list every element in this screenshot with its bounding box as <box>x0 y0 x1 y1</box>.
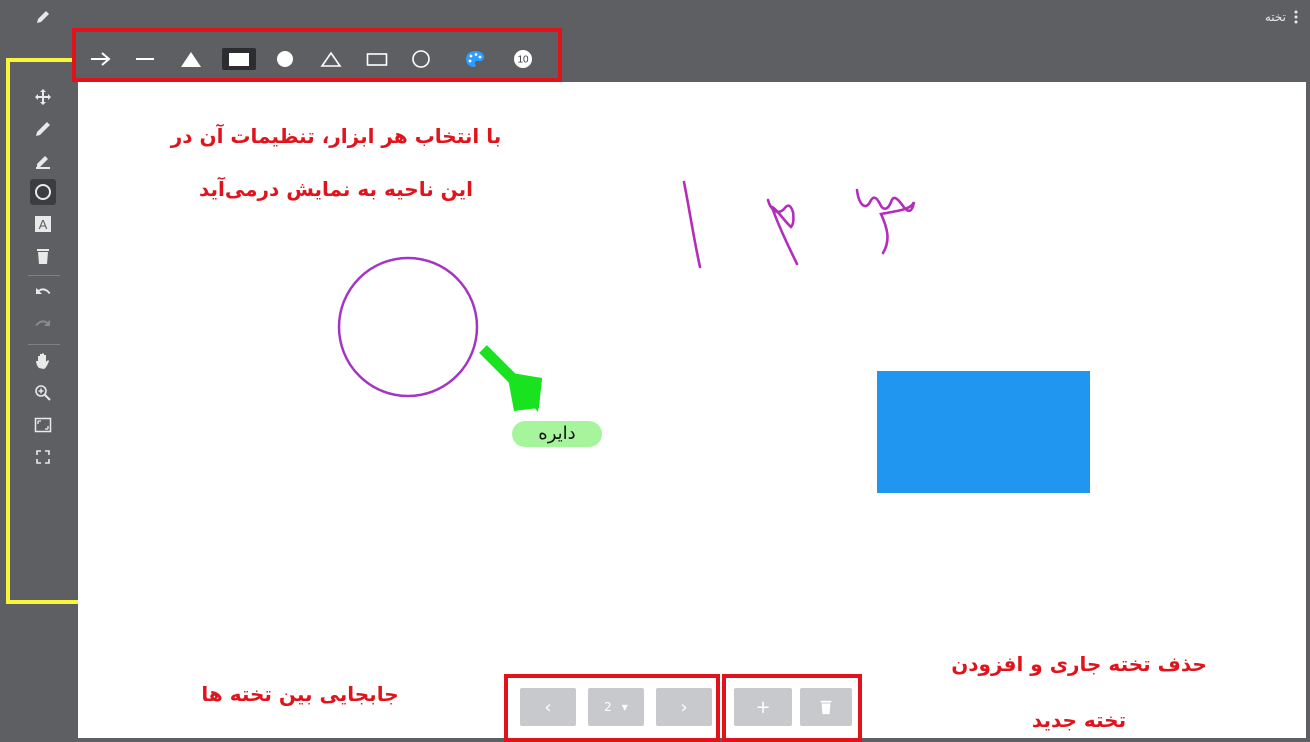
blue-rectangle-shape <box>877 371 1090 493</box>
whiteboard-app: تخته A با انتخاب هر ابزار، تنظیمات آن در… <box>0 0 1310 742</box>
stroke-size-badge[interactable]: 10 <box>510 48 536 70</box>
board-manage-annotation-line1: حذف تخته جاری و افزودن <box>951 652 1207 676</box>
arrow-right-icon[interactable] <box>88 48 114 70</box>
toolbar-divider <box>28 344 60 345</box>
page-select[interactable]: 2 ▾ <box>588 688 644 726</box>
shape-settings-bar: 10 <box>72 28 562 82</box>
circle-text-label: دایره <box>512 421 602 447</box>
trash-icon[interactable] <box>30 243 56 269</box>
fit-screen-icon[interactable] <box>30 412 56 438</box>
add-board-button[interactable]: + <box>734 688 792 726</box>
marker-icon[interactable] <box>30 148 56 174</box>
handwritten-numbers <box>682 180 916 269</box>
green-arrow-shape <box>479 345 542 412</box>
board-title: تخته <box>1264 10 1286 24</box>
circle-shape <box>337 256 479 398</box>
text-box-icon[interactable]: A <box>30 211 56 237</box>
previous-board-button[interactable]: ‹ <box>520 688 576 726</box>
board-manage-group: + <box>722 674 862 742</box>
line-icon[interactable] <box>132 48 158 70</box>
outline-circle-icon[interactable] <box>408 48 434 70</box>
board-navigation-group: ‹ 2 ▾ › <box>504 674 720 742</box>
outline-triangle-icon[interactable] <box>318 48 344 70</box>
vertical-dots-icon[interactable] <box>1290 8 1302 26</box>
next-board-button[interactable]: › <box>656 688 712 726</box>
tool-sidebar: A <box>0 34 76 742</box>
redo-icon[interactable] <box>30 312 56 338</box>
circle-shape-icon[interactable] <box>30 179 56 205</box>
move-arrows-icon[interactable] <box>30 84 56 110</box>
trash-icon <box>820 700 832 715</box>
pencil-icon[interactable] <box>30 116 56 142</box>
svg-text:A: A <box>39 217 48 232</box>
page-number: 2 <box>604 700 612 714</box>
stroke-size-value: 10 <box>517 55 529 66</box>
delete-board-button[interactable] <box>800 688 852 726</box>
filled-triangle-icon[interactable] <box>178 48 204 70</box>
toolbar-divider <box>28 275 60 276</box>
board-navigation-annotation: جابجایی بین تخته ها <box>201 682 399 706</box>
undo-icon[interactable] <box>30 280 56 306</box>
zoom-in-icon[interactable] <box>30 380 56 406</box>
pencil-icon[interactable] <box>34 8 52 26</box>
whiteboard-canvas[interactable]: با انتخاب هر ابزار، تنظیمات آن در این نا… <box>78 82 1306 738</box>
hand-icon[interactable] <box>30 348 56 374</box>
filled-rectangle-icon[interactable] <box>222 48 256 70</box>
filled-circle-icon[interactable] <box>272 48 298 70</box>
board-manage-annotation-line2: تخته جدید <box>1031 708 1127 732</box>
outline-rectangle-icon[interactable] <box>364 48 390 70</box>
palette-icon[interactable] <box>462 48 488 70</box>
tool-settings-annotation-line1: با انتخاب هر ابزار، تنظیمات آن در <box>170 124 502 148</box>
chevron-down-icon: ▾ <box>621 700 628 714</box>
tool-settings-annotation-line2: این ناحیه به نمایش درمی‌آید <box>198 177 474 201</box>
fullscreen-icon[interactable] <box>30 444 56 470</box>
